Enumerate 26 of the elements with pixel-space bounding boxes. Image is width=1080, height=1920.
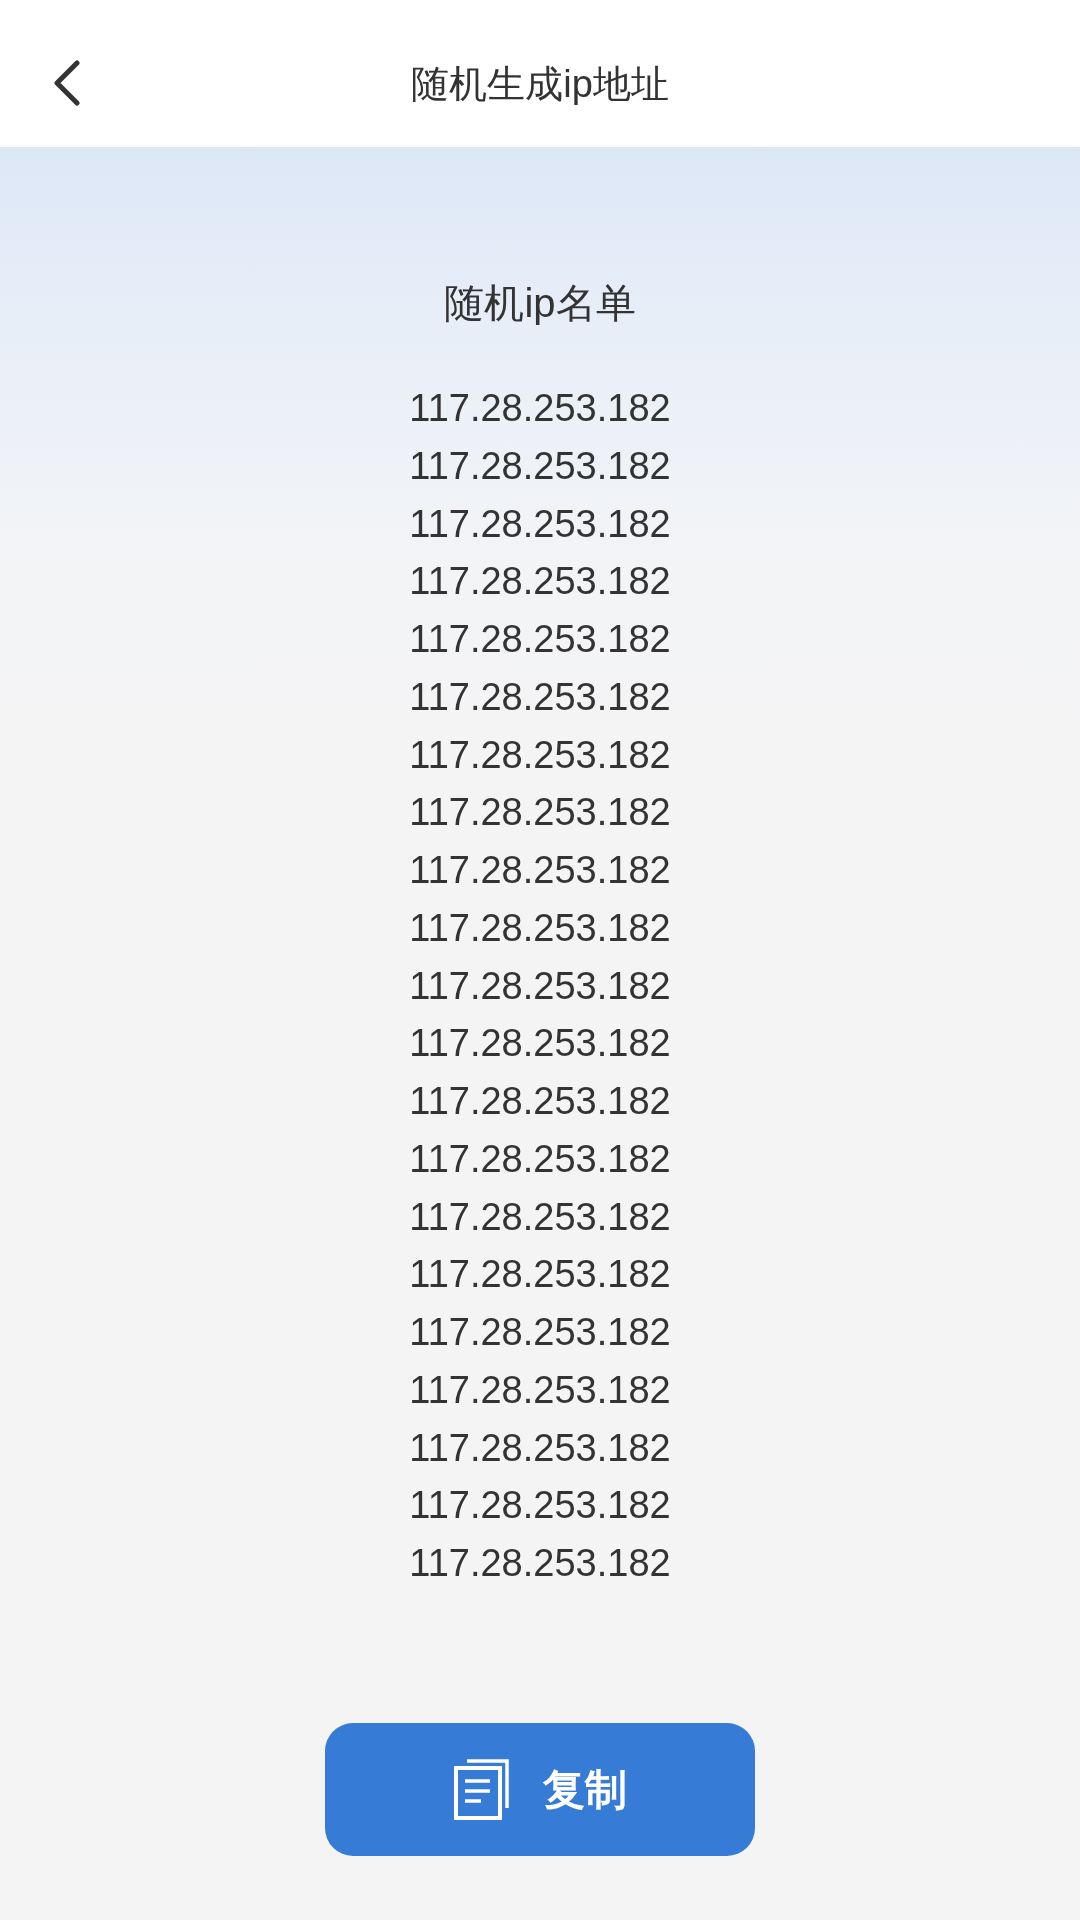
ip-address: 117.28.253.182 xyxy=(409,1425,671,1471)
ip-address: 117.28.253.182 xyxy=(409,1252,671,1298)
ip-address: 117.28.253.182 xyxy=(409,1310,671,1355)
ip-address: 117.28.253.182 xyxy=(409,617,671,662)
copy-icon xyxy=(453,1758,511,1821)
ip-address: 117.28.253.182 xyxy=(409,501,671,547)
ip-address: 117.28.253.182 xyxy=(409,1541,671,1586)
ip-address: 117.28.253.182 xyxy=(409,443,671,489)
ip-address: 117.28.253.182 xyxy=(409,1367,671,1413)
page-title: 随机生成ip地址 xyxy=(411,61,669,107)
ip-address: 117.28.253.182 xyxy=(409,963,671,1009)
back-icon[interactable] xyxy=(52,60,82,106)
ip-address: 117.28.253.182 xyxy=(409,1021,671,1067)
ip-address: 117.28.253.182 xyxy=(409,790,671,836)
ip-address: 117.28.253.182 xyxy=(409,1079,671,1124)
list-title: 随机ip名单 xyxy=(444,280,636,327)
ip-address: 117.28.253.182 xyxy=(409,1194,671,1240)
ip-address: 117.28.253.182 xyxy=(409,905,671,951)
ip-address: 117.28.253.182 xyxy=(409,1136,671,1182)
copy-button[interactable]: 复制 xyxy=(325,1722,755,1856)
ip-address: 117.28.253.182 xyxy=(409,732,671,778)
ip-address: 117.28.253.182 xyxy=(409,1483,671,1529)
ip-address: 117.28.253.182 xyxy=(409,674,671,720)
ip-address: 117.28.253.182 xyxy=(409,559,671,605)
ip-address: 117.28.253.182 xyxy=(409,386,671,431)
ip-address: 117.28.253.182 xyxy=(409,848,671,893)
